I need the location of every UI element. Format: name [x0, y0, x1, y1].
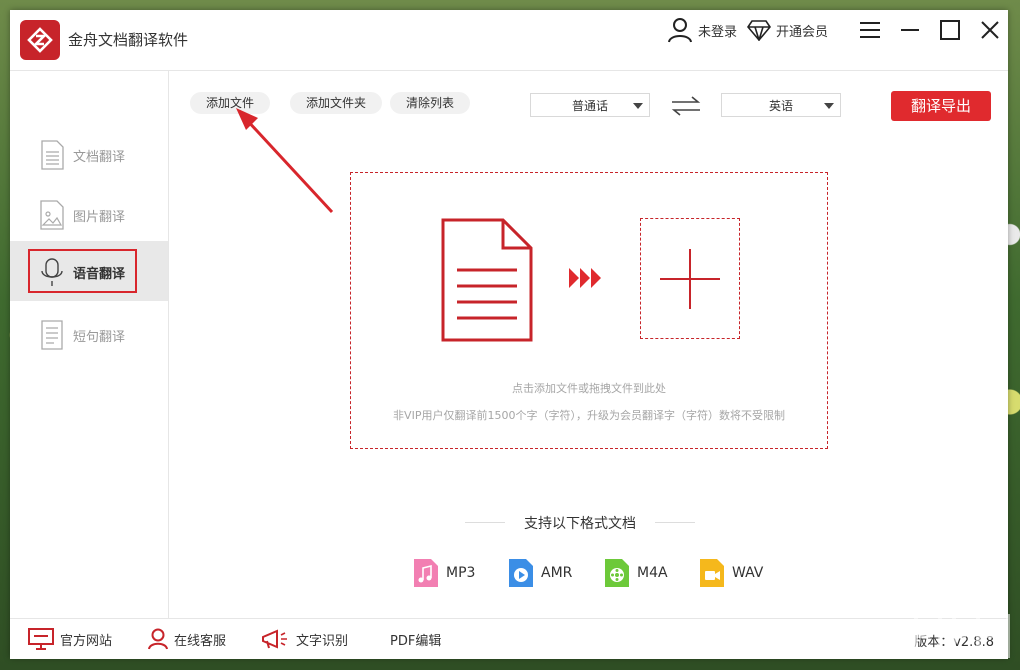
sidebar-item-label: 短句翻译: [73, 330, 126, 345]
file-drop-zone[interactable]: 点击添加文件或拖拽文件到此处 非VIP用户仅翻译前1500个字（字符），升级为会…: [350, 172, 828, 449]
monitor-icon: [28, 628, 54, 650]
sidebar-item-document[interactable]: 文档翻译: [10, 124, 168, 184]
add-file-button[interactable]: 添加文件: [190, 92, 271, 114]
support-user-icon: [148, 628, 168, 650]
triple-arrow-icon: [569, 268, 601, 288]
ocr-link[interactable]: 文字识别: [260, 619, 348, 659]
music-file-icon: [414, 559, 438, 587]
minimize-button[interactable]: [892, 12, 928, 48]
sidebar-item-label: 图片翻译: [73, 210, 126, 225]
sidebar-item-label: 语音翻译: [73, 267, 126, 282]
format-label: MP3: [446, 565, 476, 581]
hamburger-icon: [860, 22, 880, 38]
official-website-link[interactable]: 官方网站: [28, 619, 112, 659]
close-button[interactable]: [972, 12, 1008, 48]
sidebar-item-sentence[interactable]: 短句翻译: [10, 304, 168, 364]
format-mp3: MP3: [413, 558, 475, 588]
close-icon: [981, 21, 999, 39]
maximize-icon: [940, 20, 960, 40]
clear-list-button[interactable]: 清除列表: [390, 92, 471, 114]
plus-icon: [660, 249, 720, 309]
add-file-plus-button[interactable]: [640, 218, 740, 339]
vip-label: 开通会员: [775, 24, 828, 40]
film-file-icon: [605, 559, 629, 587]
maximize-button[interactable]: [932, 12, 968, 48]
video-file-icon: [700, 559, 724, 587]
format-label: WAV: [732, 565, 764, 581]
microphone-icon: [41, 258, 63, 286]
app-logo-icon: [20, 20, 60, 60]
login-button[interactable]: 未登录: [667, 17, 737, 43]
chevron-down-icon: [824, 103, 834, 109]
target-language-value: 英语: [768, 99, 793, 113]
watermark-logo-icon: [902, 614, 1010, 658]
sidebar: 文档翻译 图片翻译 语音翻译 短句翻译: [10, 71, 169, 618]
login-label: 未登录: [697, 24, 737, 40]
ocr-label: 文字识别: [296, 633, 349, 649]
online-support-link[interactable]: 在线客服: [148, 619, 226, 659]
footer-bar: 官方网站 在线客服 文字识别 PDF编辑 版本：v2.8.8: [10, 618, 1008, 659]
menu-button[interactable]: [852, 12, 888, 48]
format-m4a: M4A: [604, 558, 668, 588]
user-icon: [667, 18, 692, 43]
megaphone-icon: [262, 629, 287, 649]
image-icon: [40, 200, 64, 230]
title-bar: 金舟文档翻译软件 未登录 开通会员: [10, 10, 1008, 71]
target-language-select[interactable]: 英语: [721, 93, 841, 117]
chevron-down-icon: [633, 103, 643, 109]
vip-button[interactable]: 开通会员: [746, 19, 828, 41]
app-window: 金舟文档翻译软件 未登录 开通会员 文档翻译 图片翻译 语音翻译 短句翻译 添加…: [10, 10, 1008, 659]
add-folder-button[interactable]: 添加文件夹: [290, 92, 383, 114]
swap-arrows-icon[interactable]: [670, 96, 702, 116]
formats-title: 支持以下格式文档: [465, 513, 695, 533]
title-bar-controls: 未登录 开通会员: [667, 10, 1008, 50]
format-label: AMR: [541, 565, 573, 581]
sidebar-item-image[interactable]: 图片翻译: [10, 184, 168, 244]
sidebar-item-label: 文档翻译: [73, 150, 126, 165]
drop-zone-hint: 点击添加文件或拖拽文件到此处: [512, 382, 666, 395]
format-amr: AMR: [508, 558, 572, 588]
source-language-value: 普通话: [571, 99, 608, 113]
official-website-label: 官方网站: [60, 633, 113, 649]
format-label: M4A: [637, 565, 668, 581]
sidebar-item-voice[interactable]: 语音翻译: [10, 241, 168, 301]
document-icon: [41, 140, 64, 170]
pdf-edit-label: PDF编辑: [390, 633, 442, 649]
file-document-icon: [441, 218, 533, 342]
translate-export-button[interactable]: 翻译导出: [891, 91, 991, 121]
format-wav: WAV: [699, 558, 763, 588]
app-title: 金舟文档翻译软件: [68, 31, 189, 49]
vip-limit-notice: 非VIP用户仅翻译前1500个字（字符），升级为会员翻译字（字符）数将不受限制: [393, 409, 785, 422]
source-language-select[interactable]: 普通话: [530, 93, 650, 117]
text-note-icon: [41, 320, 63, 350]
play-file-icon: [509, 559, 533, 587]
minimize-icon: [901, 29, 919, 31]
diamond-icon: [746, 20, 771, 41]
pdf-edit-link[interactable]: PDF编辑: [390, 619, 441, 659]
online-support-label: 在线客服: [174, 633, 227, 649]
